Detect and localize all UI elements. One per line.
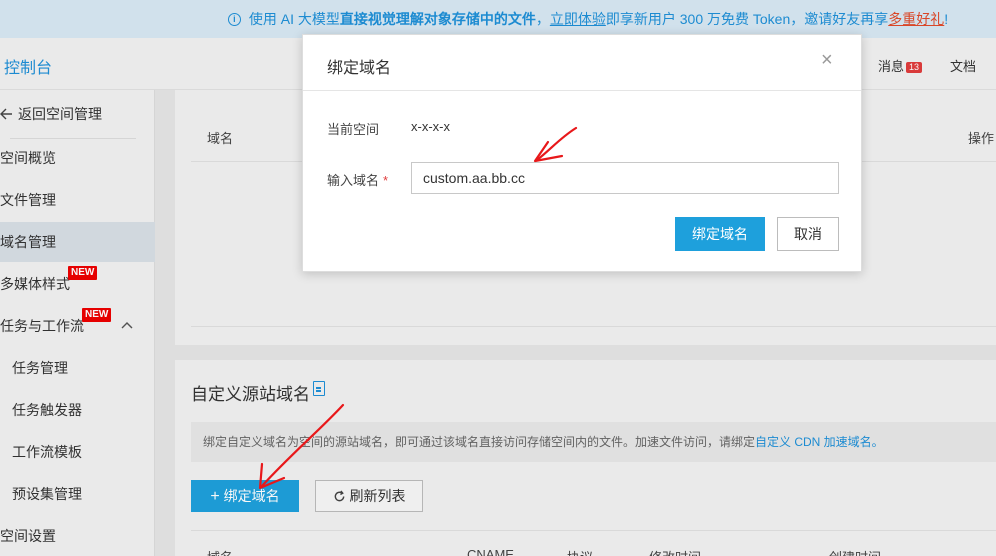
current-space-label: 当前空间 [327,122,380,137]
required-mark: * [383,173,389,188]
current-space-value: x-x-x-x [411,119,450,134]
bind-domain-dialog: 绑定域名 × 当前空间 x-x-x-x 输入域名* 绑定域名 取消 [302,34,862,272]
domain-field-label: 输入域名 * [327,170,388,189]
domain-input[interactable] [411,162,839,194]
cancel-button[interactable]: 取消 [777,217,839,251]
confirm-bind-button[interactable]: 绑定域名 [675,217,765,251]
dialog-header: 绑定域名 × [303,35,861,91]
domain-label-text: 输入域名 [327,173,380,188]
dialog-title: 绑定域名 [327,60,392,77]
close-icon[interactable]: × [821,50,833,70]
